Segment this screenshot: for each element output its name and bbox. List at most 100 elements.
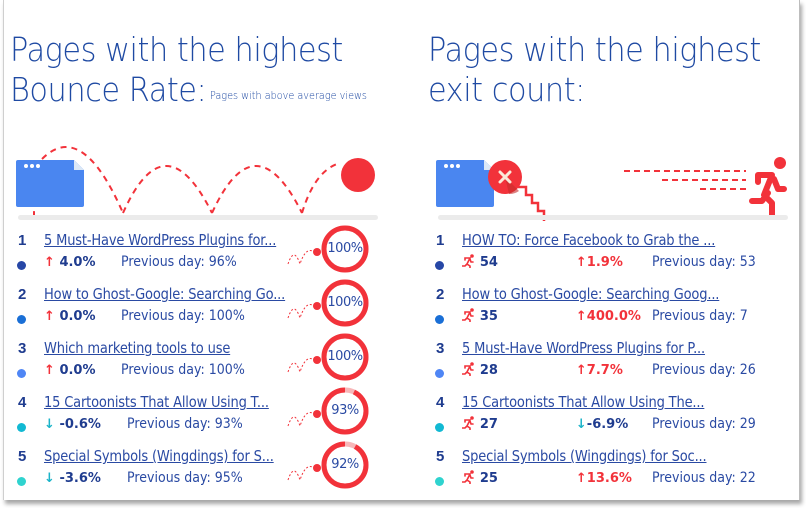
bounce-rate-title: Pages with the highest Bounce Rate: Pages… bbox=[10, 30, 367, 110]
arrow-up-icon: ↑ bbox=[575, 471, 587, 486]
bounce-rate-gauge: 100% bbox=[320, 332, 370, 382]
bounce-rate-gauge: 100% bbox=[320, 224, 370, 274]
browser-window-icon bbox=[16, 160, 84, 207]
page-link[interactable]: Special Symbols (Wingdings) for S... bbox=[44, 447, 274, 465]
page-link[interactable]: How to Ghost-Google: Searching Go... bbox=[44, 285, 285, 303]
change-value: ↑ 0.0% bbox=[44, 309, 96, 324]
mini-bounce-icon bbox=[287, 356, 321, 374]
page-link[interactable]: Which marketing tools to use bbox=[44, 339, 230, 357]
rank-number: 4 bbox=[18, 394, 27, 411]
bounce-title-line1: Pages with the highest bbox=[10, 30, 343, 69]
bounce-rate-gauge: 100% bbox=[320, 278, 370, 328]
exit-row: 27 ↓-6.9% Previous day: 29 bbox=[461, 415, 767, 432]
previous-day: Previous day: 26 bbox=[651, 362, 756, 378]
rank-number: 3 bbox=[18, 340, 27, 357]
exit-list-item: 2 How to Ghost-Google: Searching Goog...… bbox=[428, 284, 788, 338]
bounce-rate-value: 100% bbox=[327, 349, 363, 364]
ball-icon bbox=[341, 158, 375, 192]
exit-title-line2: exit count: bbox=[428, 70, 585, 109]
arrow-down-icon: ↓ bbox=[575, 417, 587, 432]
page-link[interactable]: 5 Must-Have WordPress Plugins for... bbox=[44, 231, 276, 249]
mini-bounce-icon bbox=[287, 248, 321, 266]
change-value: ↓ -3.6% bbox=[44, 471, 101, 486]
series-dot bbox=[435, 315, 444, 324]
series-dot bbox=[17, 477, 26, 486]
bounce-list-item: 1 5 Must-Have WordPress Plugins for... ↑… bbox=[10, 225, 390, 284]
bounce-rate-value: 100% bbox=[327, 295, 363, 310]
change-row: ↑ 0.0% Previous day: 100% bbox=[44, 307, 259, 324]
bounce-list-item: 2 How to Ghost-Google: Searching Go... ↑… bbox=[10, 279, 390, 338]
exit-illustration bbox=[436, 157, 787, 221]
previous-day: Previous day: 7 bbox=[651, 308, 748, 324]
bounce-title-line2: Bounce Rate: bbox=[10, 70, 207, 109]
series-dot bbox=[17, 261, 26, 270]
exit-count-value: 27 bbox=[479, 417, 498, 432]
page-link[interactable]: How to Ghost-Google: Searching Goog... bbox=[462, 285, 719, 303]
browser-window-icon bbox=[436, 160, 494, 207]
bounce-rate-gauge: 93% bbox=[320, 386, 370, 436]
bounce-rate-value: 93% bbox=[331, 403, 359, 418]
exit-count-list: 1 HOW TO: Force Facebook to Grab the ...… bbox=[428, 230, 788, 500]
previous-day: Previous day: 96% bbox=[121, 254, 238, 270]
change-row: ↓ -0.6% Previous day: 93% bbox=[44, 415, 255, 432]
running-person-icon bbox=[461, 416, 474, 431]
rank-number: 3 bbox=[436, 340, 445, 357]
exit-count-panel: Pages with the highest exit count: 1 HOW… bbox=[428, 0, 788, 500]
ground-line bbox=[438, 215, 788, 220]
change-value: ↑7.7% bbox=[575, 363, 623, 378]
rank-number: 2 bbox=[18, 286, 27, 303]
rank-number: 5 bbox=[18, 448, 27, 465]
series-dot bbox=[435, 261, 444, 270]
exit-list-item: 3 5 Must-Have WordPress Plugins for P...… bbox=[428, 338, 788, 392]
arrow-up-icon: ↑ bbox=[44, 255, 55, 270]
running-person-icon bbox=[749, 157, 787, 220]
running-person-icon bbox=[461, 470, 474, 485]
exit-row: 35 ↑400.0% Previous day: 7 bbox=[461, 307, 758, 324]
previous-day: Previous day: 53 bbox=[651, 254, 756, 270]
page-link[interactable]: 5 Must-Have WordPress Plugins for P... bbox=[462, 339, 705, 357]
arrow-up-icon: ↑ bbox=[575, 363, 587, 378]
previous-day: Previous day: 22 bbox=[651, 470, 756, 486]
ground-line bbox=[18, 215, 378, 220]
series-dot bbox=[17, 423, 26, 432]
change-value: ↓ -0.6% bbox=[44, 417, 101, 432]
exit-row: 25 ↑13.6% Previous day: 22 bbox=[461, 469, 767, 486]
bounce-list-item: 4 15 Cartoonists That Allow Using T... ↓… bbox=[10, 387, 390, 446]
series-dot bbox=[435, 423, 444, 432]
change-value: ↑ 0.0% bbox=[44, 363, 96, 378]
change-row: ↑ 0.0% Previous day: 100% bbox=[44, 361, 259, 378]
exit-row: 28 ↑7.7% Previous day: 26 bbox=[461, 361, 767, 378]
arrow-down-icon: ↓ bbox=[44, 417, 55, 432]
change-value: ↑1.9% bbox=[575, 255, 623, 270]
series-dot bbox=[17, 315, 26, 324]
page-link[interactable]: HOW TO: Force Facebook to Grab the ... bbox=[462, 231, 715, 249]
page-link[interactable]: 15 Cartoonists That Allow Using The... bbox=[462, 393, 705, 411]
exit-count-value: 54 bbox=[479, 255, 498, 270]
close-icon bbox=[488, 160, 522, 195]
exit-list-item: 4 15 Cartoonists That Allow Using The...… bbox=[428, 392, 788, 446]
bounce-rate-gauge: 92% bbox=[320, 440, 370, 490]
change-value: ↓-6.9% bbox=[575, 417, 629, 432]
change-value: ↑400.0% bbox=[575, 309, 641, 324]
change-value: ↑ 4.0% bbox=[44, 255, 96, 270]
bounce-list-item: 3 Which marketing tools to use ↑ 0.0% Pr… bbox=[10, 333, 390, 392]
page-link[interactable]: Special Symbols (Wingdings) for Soc... bbox=[462, 447, 707, 465]
bounce-rate-value: 100% bbox=[327, 241, 363, 256]
arrow-up-icon: ↑ bbox=[575, 255, 587, 270]
series-dot bbox=[17, 369, 26, 378]
rank-number: 4 bbox=[436, 394, 445, 411]
arrow-up-icon: ↑ bbox=[44, 309, 55, 324]
exit-title-line1: Pages with the highest bbox=[428, 30, 761, 69]
page-link[interactable]: 15 Cartoonists That Allow Using T... bbox=[44, 393, 269, 411]
rank-number: 1 bbox=[18, 232, 27, 249]
exit-list-item: 5 Special Symbols (Wingdings) for Soc...… bbox=[428, 446, 788, 500]
arrow-up-icon: ↑ bbox=[44, 363, 55, 378]
rank-number: 1 bbox=[436, 232, 445, 249]
mini-bounce-icon bbox=[287, 464, 321, 482]
running-person-icon bbox=[461, 308, 474, 323]
change-row: ↑ 4.0% Previous day: 96% bbox=[44, 253, 250, 270]
speed-lines bbox=[624, 170, 746, 190]
mini-bounce-icon bbox=[287, 410, 321, 428]
bounce-subtitle: Pages with above average views bbox=[209, 90, 367, 102]
running-person-icon bbox=[461, 362, 474, 377]
